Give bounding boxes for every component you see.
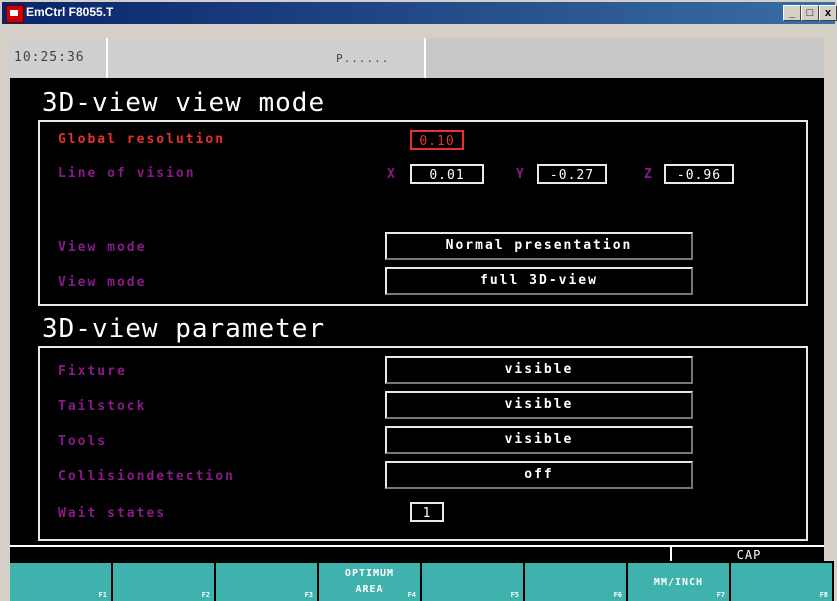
fixture-label: Fixture bbox=[58, 364, 127, 379]
softkey-label: OPTIMUM AREA bbox=[344, 568, 395, 595]
maximize-button[interactable]: □ bbox=[801, 5, 819, 21]
tools-label: Tools bbox=[58, 434, 108, 449]
close-button[interactable]: x bbox=[819, 5, 837, 21]
view-mode-1-label: View mode bbox=[58, 240, 147, 255]
y-axis-label: Y bbox=[516, 167, 524, 182]
parameter-panel: Fixture visible Tailstock visible Tools … bbox=[38, 346, 808, 541]
softkey-number: F2 bbox=[201, 591, 210, 599]
app-window: EmCtrl F8055.T _ □ x 10:25:36 P...... 3D… bbox=[0, 0, 837, 601]
softkey-number: F3 bbox=[304, 591, 313, 599]
minimize-button[interactable]: _ bbox=[783, 5, 801, 21]
wait-states-field[interactable]: 1 bbox=[410, 502, 444, 522]
global-resolution-label: Global resolution bbox=[58, 132, 226, 147]
line-of-vision-label: Line of vision bbox=[58, 166, 196, 181]
section-title-parameter: 3D-view parameter bbox=[42, 314, 326, 344]
x-axis-label: X bbox=[387, 167, 395, 182]
section-title-view-mode: 3D-view view mode bbox=[42, 88, 326, 118]
status-bar: 10:25:36 P...... bbox=[10, 38, 824, 78]
collision-button[interactable]: off bbox=[385, 461, 693, 489]
tailstock-button[interactable]: visible bbox=[385, 391, 693, 419]
softkey-number: F6 bbox=[613, 591, 622, 599]
view-mode-panel: Global resolution 0.10 Line of vision X … bbox=[38, 120, 808, 306]
global-resolution-field[interactable]: 0.10 bbox=[410, 130, 464, 150]
softkey-f6[interactable]: F6 bbox=[525, 563, 626, 601]
softkey-f8[interactable]: F8 bbox=[731, 563, 832, 601]
softkey-number: F5 bbox=[510, 591, 519, 599]
window-title: EmCtrl F8055.T bbox=[26, 5, 114, 19]
view-mode-2-label: View mode bbox=[58, 275, 147, 290]
fixture-button[interactable]: visible bbox=[385, 356, 693, 384]
tools-button[interactable]: visible bbox=[385, 426, 693, 454]
time-cell: 10:25:36 bbox=[10, 38, 108, 78]
softkey-number: F8 bbox=[819, 591, 828, 599]
title-bar[interactable]: EmCtrl F8055.T _ □ x bbox=[2, 2, 837, 24]
mode-cell: P...... bbox=[108, 38, 426, 78]
softkey-number: F1 bbox=[98, 591, 107, 599]
softkey-number: F4 bbox=[407, 591, 416, 599]
view-mode-2-button[interactable]: full 3D-view bbox=[385, 267, 693, 295]
softkey-f3[interactable]: F3 bbox=[216, 563, 317, 601]
softkey-number: F7 bbox=[716, 591, 725, 599]
z-value-field[interactable]: -0.96 bbox=[664, 164, 734, 184]
app-icon[interactable] bbox=[6, 5, 24, 23]
softkey-bar: F1 F2 F3 OPTIMUM AREA F4 F5 F6 MM/INCH F… bbox=[10, 561, 834, 601]
y-value-field[interactable]: -0.27 bbox=[537, 164, 607, 184]
view-mode-1-button[interactable]: Normal presentation bbox=[385, 232, 693, 260]
time-display: 10:25:36 bbox=[14, 50, 85, 65]
collision-label: Collisiondetection bbox=[58, 469, 235, 484]
mode-display: P...... bbox=[336, 52, 390, 65]
z-axis-label: Z bbox=[644, 167, 652, 182]
wait-states-label: Wait states bbox=[58, 506, 167, 521]
tailstock-label: Tailstock bbox=[58, 399, 147, 414]
softkey-f1[interactable]: F1 bbox=[10, 563, 111, 601]
x-value-field[interactable]: 0.01 bbox=[410, 164, 484, 184]
softkey-f5[interactable]: F5 bbox=[422, 563, 523, 601]
softkey-label: MM/INCH bbox=[653, 577, 704, 588]
softkey-optimum-area[interactable]: OPTIMUM AREA F4 bbox=[319, 563, 420, 601]
main-screen: 3D-view view mode Global resolution 0.10… bbox=[10, 78, 824, 545]
softkey-f2[interactable]: F2 bbox=[113, 563, 214, 601]
softkey-mm-inch[interactable]: MM/INCH F7 bbox=[628, 563, 729, 601]
